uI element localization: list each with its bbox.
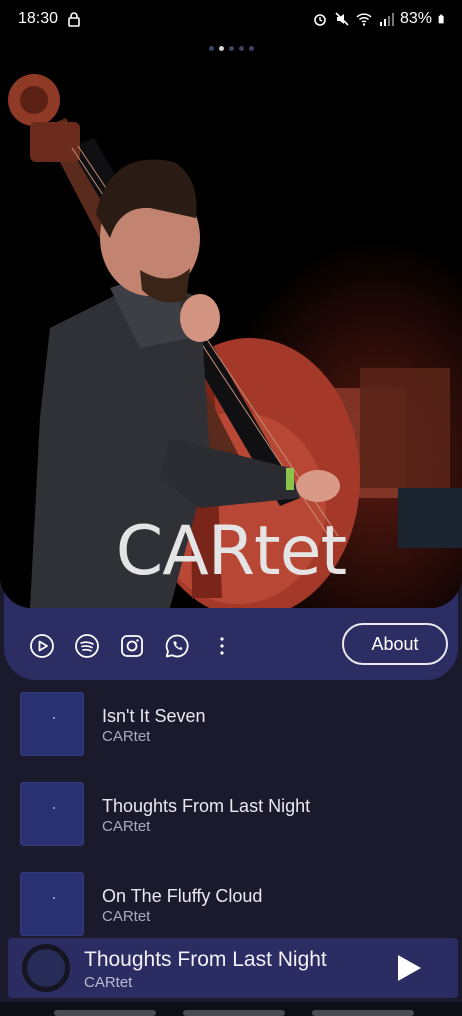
mute-icon [335, 12, 349, 26]
more-vert-icon [220, 637, 224, 655]
nav-recents[interactable] [54, 1010, 156, 1016]
lock-icon [68, 12, 80, 27]
nav-home[interactable] [183, 1010, 285, 1016]
system-nav-bar [0, 1002, 462, 1016]
about-button[interactable]: About [342, 623, 448, 665]
instagram-icon [121, 635, 143, 657]
track-thumbnail [20, 872, 84, 936]
wifi-icon [356, 13, 372, 26]
spotify-button[interactable] [69, 628, 105, 664]
track-title: Isn't It Seven [102, 706, 206, 726]
page-dot[interactable] [248, 46, 254, 51]
hero-banner: CARtet [0, 38, 462, 608]
track-artist: CARtet [102, 818, 151, 835]
page-dot-active[interactable] [218, 46, 224, 51]
track-title: On The Fluffy Cloud [102, 886, 263, 906]
more-options-button[interactable] [204, 628, 240, 664]
track-title: Thoughts From Last Night [102, 796, 311, 816]
whatsapp-button[interactable] [159, 628, 195, 664]
page-dot[interactable] [238, 46, 244, 51]
page-dot[interactable] [228, 46, 234, 51]
battery-icon [438, 14, 444, 24]
page-indicator [0, 46, 462, 51]
track-artist: CARtet [102, 728, 151, 745]
signal-icon [379, 13, 394, 26]
page-dot[interactable] [208, 46, 214, 51]
status-bar: 18:30 83% [0, 0, 462, 38]
band-name: CARtet [115, 512, 347, 591]
alarm-icon [314, 14, 326, 26]
mini-player[interactable]: Thoughts From Last Night CARtet [8, 938, 458, 998]
instagram-button[interactable] [114, 628, 150, 664]
track-thumbnail [20, 692, 84, 756]
track-item[interactable]: On The Fluffy Cloud CARtet [20, 872, 440, 936]
spotify-icon [75, 634, 99, 658]
track-thumbnail [20, 782, 84, 846]
battery-percent: 83% [399, 10, 432, 27]
nav-back[interactable] [312, 1010, 414, 1016]
youtube-button[interactable] [24, 628, 60, 664]
youtube-icon [30, 634, 54, 658]
whatsapp-icon [165, 634, 189, 658]
track-item[interactable]: Thoughts From Last Night CARtet [20, 782, 440, 846]
now-playing-artist: CARtet [84, 974, 133, 991]
album-art [22, 944, 70, 992]
action-row: About [24, 622, 450, 670]
now-playing-title: Thoughts From Last Night [84, 948, 327, 971]
play-icon[interactable] [392, 952, 424, 984]
status-time: 18:30 [18, 10, 59, 27]
track-artist: CARtet [102, 908, 151, 925]
track-item[interactable]: Isn't It Seven CARtet [20, 692, 440, 756]
